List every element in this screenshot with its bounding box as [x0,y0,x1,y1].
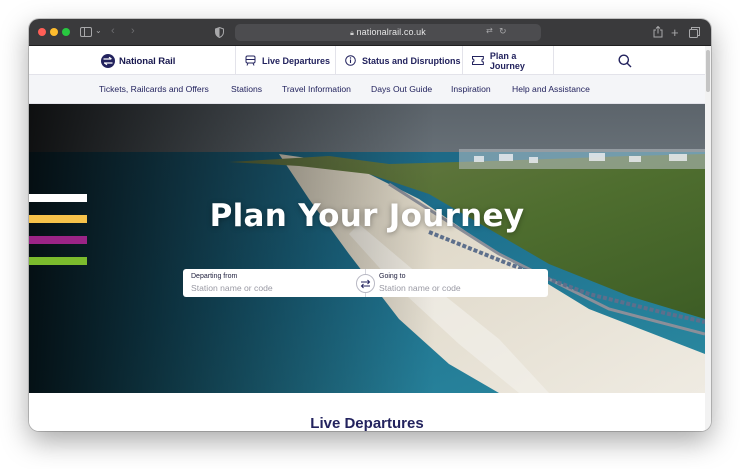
address-bar[interactable]: 🔒︎ nationalrail.co.uk ⇄ ↻ [235,24,541,41]
scrollbar-track[interactable] [705,46,711,431]
nav-tab-plan-a-journey[interactable]: Plan a Journey [462,46,554,75]
nav-tab-live-departures[interactable]: Live Departures [235,46,335,75]
sidebar-toggle-icon[interactable] [80,27,92,37]
ticket-icon [472,56,484,65]
privacy-shield-icon[interactable] [215,27,224,38]
nav-tab-label: Live Departures [262,55,331,66]
subnav-item-stations[interactable]: Stations [231,84,262,94]
subnav-item-help-and-assistance[interactable]: Help and Assistance [512,84,590,94]
departing-from-label: Departing from [191,273,238,280]
swap-arrows-icon [360,279,371,288]
nav-tab-label: Plan a Journey [489,50,525,71]
zoom-window-button[interactable] [62,28,70,36]
chevron-down-icon[interactable]: ⌄ [95,27,102,35]
subnav-item-tickets[interactable]: Tickets, Railcards and Offers [99,84,209,94]
url-text: nationalrail.co.uk [356,27,426,37]
nav-tab-status-and-disruptions[interactable]: Status and Disruptions [335,46,462,75]
departures-board-icon [245,55,256,66]
brand-stripe-green [29,257,87,265]
hero-banner: Plan Your Journey Departing from Going t… [29,104,705,393]
browser-window: ⌄ ‹ › 🔒︎ nationalrail.co.uk ⇄ ↻ + Nation… [29,19,711,431]
browser-toolbar: ⌄ ‹ › 🔒︎ nationalrail.co.uk ⇄ ↻ + [29,19,711,46]
lock-icon: 🔒︎ [350,30,354,37]
new-tab-icon[interactable]: + [671,26,679,39]
departing-from-field[interactable]: Departing from [183,269,366,297]
share-icon[interactable] [653,26,663,38]
minimize-window-button[interactable] [50,28,58,36]
translate-icon[interactable]: ⇄ [486,27,493,35]
secondary-nav: Tickets, Railcards and Offers Stations T… [29,75,705,104]
departing-from-input[interactable] [191,281,341,294]
coastal-railway-photo [29,104,705,393]
scrollbar-thumb[interactable] [706,50,710,92]
nav-tab-label: Status and Disruptions [362,55,461,66]
back-arrow-icon[interactable]: ‹ [111,26,115,37]
forward-arrow-icon[interactable]: › [131,26,135,37]
going-to-field[interactable]: Going to [366,269,548,297]
search-icon[interactable] [617,53,633,69]
logo-text: National Rail [119,55,176,67]
subnav-item-travel-information[interactable]: Travel Information [282,84,351,94]
site-header: National Rail Live Departures Status and… [29,46,705,75]
info-icon [345,55,356,66]
section-heading: Live Departures [310,415,424,431]
going-to-input[interactable] [379,281,529,294]
subnav-item-days-out-guide[interactable]: Days Out Guide [371,84,432,94]
swap-stations-button[interactable] [356,274,375,293]
reload-icon[interactable]: ↻ [499,27,507,36]
going-to-label: Going to [379,273,406,280]
brand-stripe-purple [29,236,87,244]
close-window-button[interactable] [38,28,46,36]
address-bar-text: 🔒︎ nationalrail.co.uk [235,27,541,38]
national-rail-double-arrow-icon [101,54,115,68]
hero-title: Plan Your Journey [209,198,525,234]
live-departures-section: Live Departures [29,393,705,431]
national-rail-logo[interactable]: National Rail [101,53,175,69]
subnav-item-inspiration[interactable]: Inspiration [451,84,491,94]
tab-overview-icon[interactable] [689,27,700,38]
